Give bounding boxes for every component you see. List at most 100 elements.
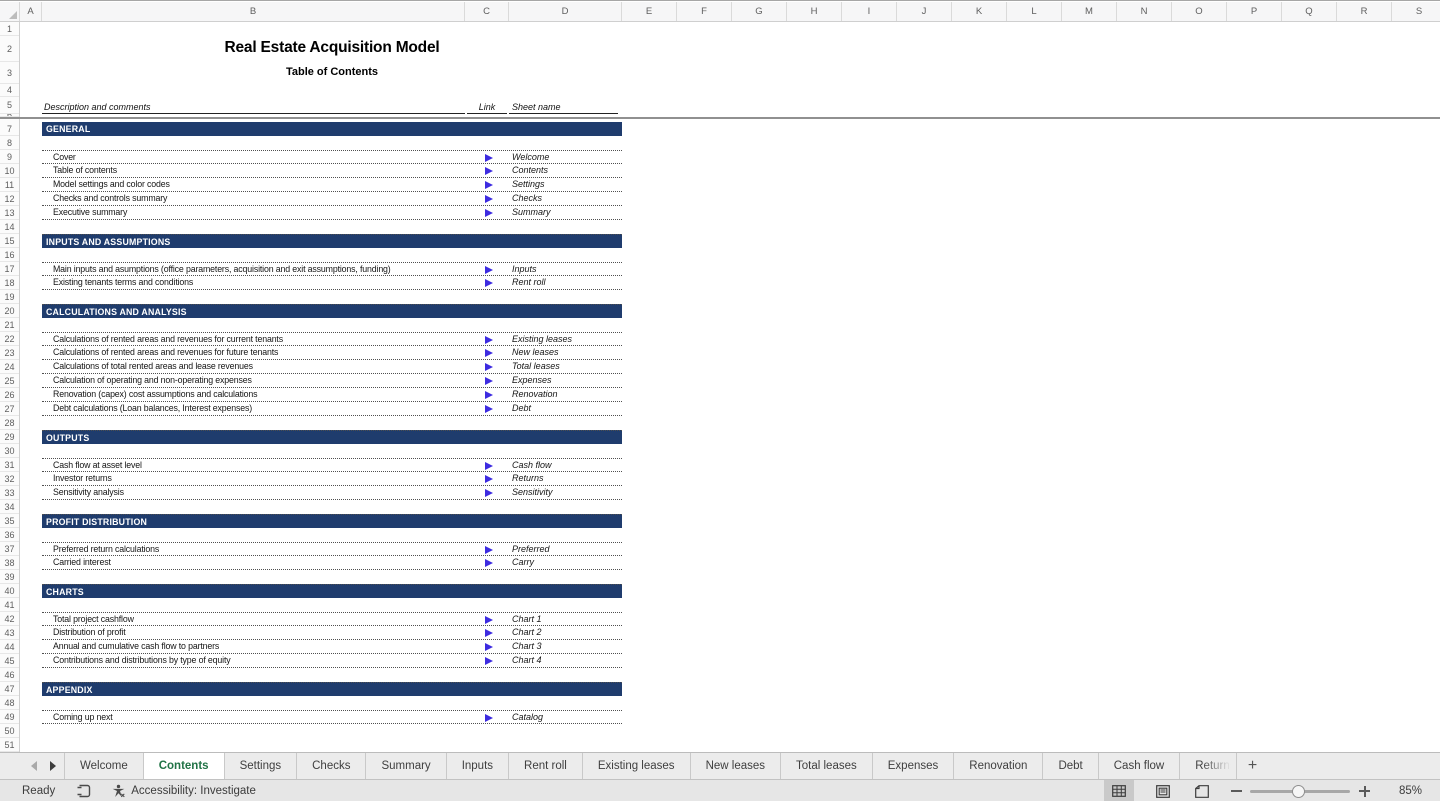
toc-row[interactable]: Calculations of rented areas and revenue… [42,332,622,346]
row-header-25[interactable]: 25 [0,374,19,388]
row-header-18[interactable]: 18 [0,276,19,290]
row-header-45[interactable]: 45 [0,654,19,668]
sheet-tab-inputs[interactable]: Inputs [447,753,509,779]
link-arrow-icon[interactable] [485,363,493,371]
toc-row[interactable]: Annual and cumulative cash flow to partn… [42,640,622,654]
column-header-F[interactable]: F [677,2,732,21]
zoom-out-button[interactable] [1231,790,1242,792]
toc-sheet-name[interactable]: Summary [512,206,551,219]
toc-sheet-name[interactable]: Settings [512,178,545,191]
toc-row[interactable]: Preferred return calculationsPreferred [42,542,622,556]
column-header-M[interactable]: M [1062,2,1117,21]
worksheet-canvas[interactable]: Real Estate Acquisition Model Table of C… [20,22,1440,752]
row-header-36[interactable]: 36 [0,528,19,542]
column-header-P[interactable]: P [1227,2,1282,21]
row-header-26[interactable]: 26 [0,388,19,402]
toc-sheet-name[interactable]: Chart 1 [512,613,542,626]
toc-row[interactable]: Investor returnsReturns [42,472,622,486]
sheet-tab-existing-leases[interactable]: Existing leases [583,753,691,779]
link-arrow-icon[interactable] [485,154,493,162]
link-arrow-icon[interactable] [485,195,493,203]
column-header-Q[interactable]: Q [1282,2,1337,21]
column-header-H[interactable]: H [787,2,842,21]
toc-row[interactable]: Debt calculations (Loan balances, Intere… [42,402,622,416]
toc-sheet-name[interactable]: Cash flow [512,459,552,472]
section-header-inputs-and-assumptions[interactable]: INPUTS AND ASSUMPTIONS [42,234,622,248]
toc-sheet-name[interactable]: Sensitivity [512,486,553,499]
row-header-50[interactable]: 50 [0,724,19,738]
toc-row[interactable]: Contributions and distributions by type … [42,654,622,668]
toc-row[interactable]: Calculation of operating and non-operati… [42,374,622,388]
toc-sheet-name[interactable]: Carry [512,556,534,569]
row-header-51[interactable]: 51 [0,738,19,752]
column-header-K[interactable]: K [952,2,1007,21]
toc-row[interactable]: Table of contentsContents [42,164,622,178]
toc-row[interactable]: Renovation (capex) cost assumptions and … [42,388,622,402]
toc-row[interactable]: Cash flow at asset levelCash flow [42,458,622,472]
toc-row[interactable]: Distribution of profitChart 2 [42,626,622,640]
link-arrow-icon[interactable] [485,391,493,399]
row-header-40[interactable]: 40 [0,584,19,598]
row-header-21[interactable]: 21 [0,318,19,332]
row-header-20[interactable]: 20 [0,304,19,318]
normal-view-button[interactable] [1104,780,1134,801]
toc-row[interactable]: Calculations of total rented areas and l… [42,360,622,374]
row-header-34[interactable]: 34 [0,500,19,514]
link-arrow-icon[interactable] [485,489,493,497]
toc-sheet-name[interactable]: Existing leases [512,333,572,346]
section-header-profit-distribution[interactable]: PROFIT DISTRIBUTION [42,514,622,528]
row-header-27[interactable]: 27 [0,402,19,416]
toc-row[interactable]: Executive summarySummary [42,206,622,220]
sheet-tab-settings[interactable]: Settings [225,753,298,779]
row-header-23[interactable]: 23 [0,346,19,360]
toc-sheet-name[interactable]: Returns [512,472,544,485]
toc-row[interactable]: Total project cashflowChart 1 [42,612,622,626]
link-arrow-icon[interactable] [485,377,493,385]
zoom-slider-thumb[interactable] [1292,785,1305,798]
add-sheet-button[interactable]: + [1237,753,1269,779]
column-header-J[interactable]: J [897,2,952,21]
toc-row[interactable]: Existing tenants terms and conditionsRen… [42,276,622,290]
sheet-tab-total-leases[interactable]: Total leases [781,753,873,779]
toc-sheet-name[interactable]: Debt [512,402,531,415]
row-header-11[interactable]: 11 [0,178,19,192]
toc-row[interactable]: Calculations of rented areas and revenue… [42,346,622,360]
toc-row[interactable]: Coming up nextCatalog [42,710,622,724]
page-layout-view-button[interactable] [1148,780,1178,801]
row-header-48[interactable]: 48 [0,696,19,710]
row-header-16[interactable]: 16 [0,248,19,262]
toc-sheet-name[interactable]: Total leases [512,360,560,373]
row-header-4[interactable]: 4 [0,84,19,97]
column-header-D[interactable]: D [509,2,622,21]
sheet-tab-welcome[interactable]: Welcome [65,753,144,779]
column-header-S[interactable]: S [1392,2,1440,21]
link-arrow-icon[interactable] [485,643,493,651]
section-header-appendix[interactable]: APPENDIX [42,682,622,696]
row-header-30[interactable]: 30 [0,444,19,458]
row-header-49[interactable]: 49 [0,710,19,724]
row-header-15[interactable]: 15 [0,234,19,248]
section-header-outputs[interactable]: OUTPUTS [42,430,622,444]
tab-scroll-left-icon[interactable] [31,761,37,771]
row-header-28[interactable]: 28 [0,416,19,430]
row-header-2[interactable]: 2 [0,36,19,62]
link-arrow-icon[interactable] [485,336,493,344]
section-header-calculations-and-analysis[interactable]: CALCULATIONS AND ANALYSIS [42,304,622,318]
row-header-5[interactable]: 5 [0,97,19,114]
row-header-37[interactable]: 37 [0,542,19,556]
sheet-tab-debt[interactable]: Debt [1043,753,1098,779]
row-header-38[interactable]: 38 [0,556,19,570]
toc-sheet-name[interactable]: Renovation [512,388,558,401]
row-header-19[interactable]: 19 [0,290,19,304]
toc-sheet-name[interactable]: Chart 4 [512,654,542,667]
column-header-N[interactable]: N [1117,2,1172,21]
toc-row[interactable]: Main inputs and asumptions (office param… [42,262,622,276]
toc-sheet-name[interactable]: Chart 2 [512,626,542,639]
toc-sheet-name[interactable]: Inputs [512,263,537,276]
link-arrow-icon[interactable] [485,405,493,413]
row-header-29[interactable]: 29 [0,430,19,444]
row-header-24[interactable]: 24 [0,360,19,374]
column-header-B[interactable]: B [42,2,465,21]
row-header-7[interactable]: 7 [0,122,19,136]
column-header-A[interactable]: A [20,2,42,21]
